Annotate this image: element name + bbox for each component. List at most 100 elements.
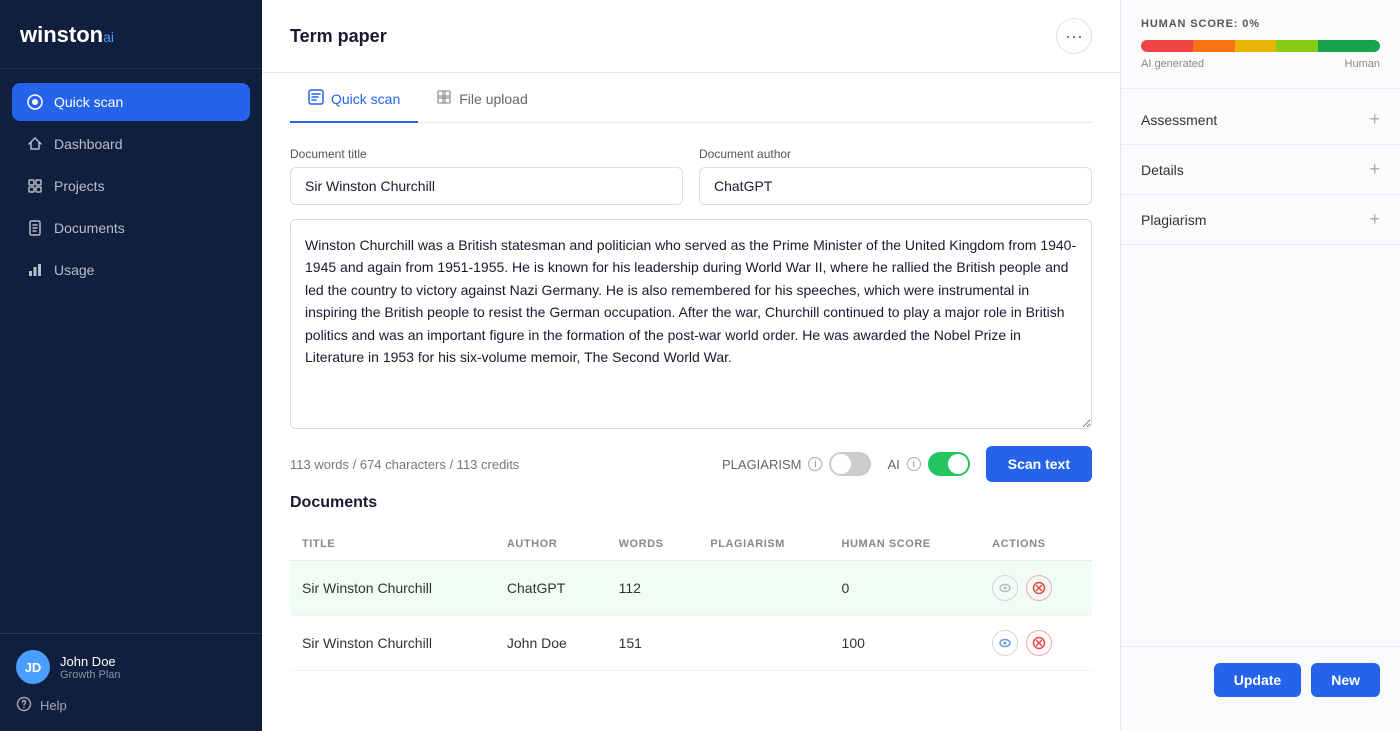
sidebar: winstonai Quick scan Dashboard Projects … [0,0,262,731]
ai-toggle-group: AI i [887,452,969,476]
row-author: John Doe [495,616,607,671]
sidebar-item-documents[interactable]: Documents [12,209,250,247]
doc-author-input[interactable] [699,167,1092,205]
documents-table: TITLE AUTHOR WORDS PLAGIARISM HUMAN SCOR… [290,528,1092,671]
scan-text-button[interactable]: Scan text [986,446,1092,482]
avatar: JD [16,650,50,684]
plagiarism-toggle-group: PLAGIARISM i [722,452,871,476]
body-textarea[interactable]: Winston Churchill was a British statesma… [290,219,1092,429]
toggle-thumb [831,454,851,474]
page-title: Term paper [290,26,387,47]
tab-label: Quick scan [331,91,400,107]
user-name: John Doe [60,654,121,669]
help-label: Help [40,698,67,713]
sidebar-item-label: Quick scan [54,94,123,110]
accordion-label: Assessment [1141,112,1217,128]
table-row: Sir Winston Churchill ChatGPT 112 0 [290,561,1092,616]
score-bar [1141,40,1380,52]
doc-title-group: Document title [290,147,683,205]
sidebar-item-projects[interactable]: Projects [12,167,250,205]
doc-author-group: Document author [699,147,1092,205]
sidebar-item-label: Usage [54,262,94,278]
tab-quick-scan[interactable]: Quick scan [290,77,418,123]
ai-toggle[interactable] [928,452,970,476]
table-header-row: TITLE AUTHOR WORDS PLAGIARISM HUMAN SCOR… [290,528,1092,561]
score-bar-red [1141,40,1193,52]
accordion-plagiarism[interactable]: Plagiarism + [1121,195,1400,245]
table-row: Sir Winston Churchill John Doe 151 100 [290,616,1092,671]
row-plagiarism [698,616,829,671]
ai-label: AI [887,457,899,472]
update-button[interactable]: Update [1214,663,1301,697]
doc-title-input[interactable] [290,167,683,205]
sidebar-bottom: JD John Doe Growth Plan Help [0,633,262,731]
section-title: Documents [290,494,1092,512]
sidebar-item-label: Dashboard [54,136,123,152]
score-labels: AI generated Human [1141,58,1380,70]
plagiarism-info-icon[interactable]: i [808,457,822,471]
plagiarism-toggle[interactable] [829,452,871,476]
delete-icon[interactable] [1026,630,1052,656]
score-bar-yellow [1235,40,1277,52]
sidebar-item-quick-scan[interactable]: Quick scan [12,83,250,121]
score-left-label: AI generated [1141,58,1204,70]
word-count: 113 words / 674 characters / 113 credits [290,457,519,472]
main-content: Term paper ··· Quick scan File upload Do… [262,0,1120,731]
ai-info-icon[interactable]: i [907,457,921,471]
accordion-plus-icon: + [1369,209,1380,230]
logo-suffix: ai [103,29,114,45]
tab-file-upload[interactable]: File upload [418,77,546,123]
tabs: Quick scan File upload [290,73,1092,123]
score-bar-orange [1193,40,1235,52]
main-body: Quick scan File upload Document title Do… [262,73,1120,731]
score-label: HUMAN SCORE: 0% [1141,18,1380,30]
quick-scan-tab-icon [308,89,324,109]
row-actions [980,561,1092,616]
more-button[interactable]: ··· [1056,18,1092,54]
help-icon [16,696,32,715]
row-plagiarism [698,561,829,616]
sidebar-item-dashboard[interactable]: Dashboard [12,125,250,163]
documents-icon [26,219,44,237]
row-actions [980,616,1092,671]
col-title: TITLE [290,528,495,561]
col-words: WORDS [607,528,699,561]
score-bar-lime [1276,40,1318,52]
accordion-plus-icon: + [1369,159,1380,180]
row-words: 151 [607,616,699,671]
right-panel: HUMAN SCORE: 0% AI generated Human Asses… [1120,0,1400,731]
row-author: ChatGPT [495,561,607,616]
accordion: Assessment + Details + Plagiarism + [1121,89,1400,251]
col-author: AUTHOR [495,528,607,561]
sidebar-item-usage[interactable]: Usage [12,251,250,289]
usage-icon [26,261,44,279]
help-link[interactable]: Help [16,696,246,715]
col-plagiarism: PLAGIARISM [698,528,829,561]
col-human-score: HUMAN SCORE [830,528,981,561]
scan-bar: 113 words / 674 characters / 113 credits… [290,434,1092,494]
accordion-assessment[interactable]: Assessment + [1121,95,1400,145]
score-bar-green [1318,40,1380,52]
new-button[interactable]: New [1311,663,1380,697]
user-plan: Growth Plan [60,669,121,681]
documents-section: Documents TITLE AUTHOR WORDS PLAGIARISM … [290,494,1092,671]
toggle-thumb [948,454,968,474]
scan-controls: PLAGIARISM i AI i Scan text [722,446,1092,482]
view-icon[interactable] [992,630,1018,656]
sidebar-item-label: Projects [54,178,105,194]
form-fields-row: Document title Document author [290,147,1092,205]
doc-author-label: Document author [699,147,1092,161]
plagiarism-label: PLAGIARISM [722,457,801,472]
dashboard-icon [26,135,44,153]
file-upload-tab-icon [436,89,452,109]
view-icon[interactable] [992,575,1018,601]
row-human-score: 0 [830,561,981,616]
sidebar-nav: Quick scan Dashboard Projects Documents … [0,69,262,633]
doc-title-label: Document title [290,147,683,161]
projects-icon [26,177,44,195]
delete-icon[interactable] [1026,575,1052,601]
accordion-details[interactable]: Details + [1121,145,1400,195]
score-section: HUMAN SCORE: 0% AI generated Human [1121,18,1400,89]
app-logo: winstonai [0,0,262,69]
sidebar-item-label: Documents [54,220,125,236]
